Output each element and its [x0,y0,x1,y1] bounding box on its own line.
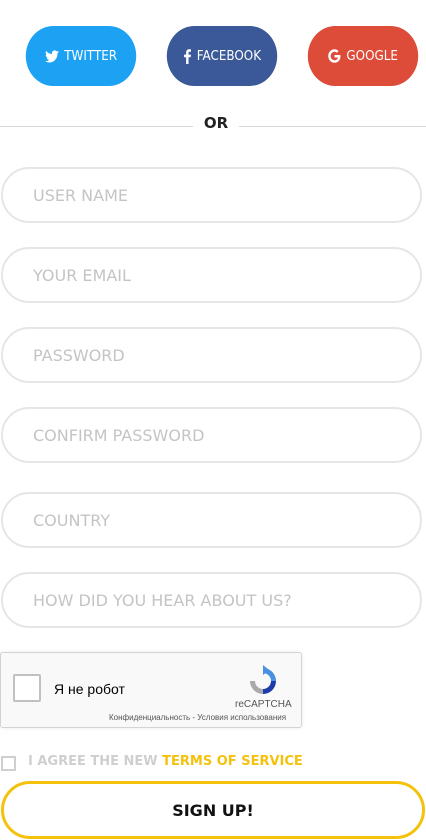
recaptcha-label: Я не робот [54,681,125,697]
or-divider-text: OR [203,114,229,132]
facebook-button[interactable]: FACEBOOK [166,26,278,86]
twitter-button[interactable]: TWITTER [25,26,137,86]
twitter-label: TWITTER [64,48,118,64]
password-input[interactable] [3,344,420,366]
recaptcha-checkbox[interactable] [13,674,41,702]
google-button[interactable]: GOOGLE [307,26,419,86]
agree-label: I AGREE THE NEW TERMS OF SERVICE [28,754,303,769]
email-field[interactable] [1,247,422,303]
agree-text: I AGREE THE NEW [28,754,163,769]
recaptcha-logo-icon [247,665,279,697]
country-input[interactable] [3,509,420,531]
referral-input[interactable] [3,589,420,611]
facebook-label: FACEBOOK [196,48,262,64]
recaptcha-widget: Я не робот reCAPTCHA Конфиденциальность … [0,652,302,728]
terms-of-service-link[interactable]: TERMS OF SERVICE [162,754,303,769]
recaptcha-brand: reCAPTCHA [235,699,292,710]
username-input[interactable] [3,184,420,206]
divider-line-right [239,126,426,127]
confirm-password-input[interactable] [3,424,420,446]
divider-line-left [0,126,193,127]
password-field[interactable] [1,327,422,383]
google-label: GOOGLE [346,48,398,64]
sign-up-button[interactable]: SIGN UP! [1,781,425,839]
username-field[interactable] [1,167,422,223]
facebook-icon [183,48,191,64]
confirm-password-field[interactable] [1,407,422,463]
recaptcha-links[interactable]: Конфиденциальность - Условия использован… [109,713,286,722]
referral-field[interactable] [1,572,422,628]
twitter-icon [44,49,59,63]
google-icon [328,49,341,63]
agree-checkbox[interactable] [1,756,16,771]
email-input[interactable] [3,264,420,286]
country-field[interactable] [1,492,422,548]
